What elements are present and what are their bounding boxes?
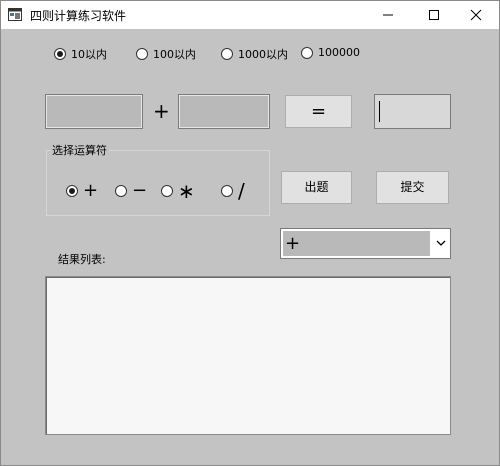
operator-option-minus[interactable]: − <box>115 182 147 200</box>
range-option-100000[interactable]: 100000 <box>301 46 360 59</box>
radio-icon <box>66 185 78 197</box>
close-button[interactable] <box>453 1 499 29</box>
operator-option-multiply[interactable]: ∗ <box>161 181 195 201</box>
operator-label: + <box>153 99 170 123</box>
app-icon <box>8 8 22 21</box>
maximize-icon <box>429 10 439 20</box>
operand2-textbox[interactable] <box>178 94 270 129</box>
answer-textbox[interactable] <box>374 94 451 129</box>
chevron-down-icon[interactable] <box>436 239 446 247</box>
text-cursor <box>379 101 380 122</box>
range-option-1000[interactable]: 1000以内 <box>221 46 288 62</box>
window-title: 四则计算练习软件 <box>30 9 127 23</box>
range-option-10[interactable]: 10以内 <box>54 46 107 62</box>
operator-option-divide[interactable]: / <box>221 181 245 201</box>
generate-button[interactable]: 出题 <box>281 171 352 204</box>
operator-option-plus[interactable]: + <box>66 182 98 200</box>
operator-combobox[interactable]: + <box>280 228 451 259</box>
minimize-icon <box>383 14 393 16</box>
range-option-100[interactable]: 100以内 <box>136 46 196 62</box>
radio-icon <box>221 48 233 60</box>
operator-group-title: 选择运算符 <box>50 142 109 158</box>
maximize-button[interactable] <box>411 1 457 29</box>
radio-icon <box>115 185 127 197</box>
equals-button[interactable]: = <box>285 95 352 128</box>
radio-icon <box>161 185 173 197</box>
submit-button[interactable]: 提交 <box>376 171 449 204</box>
combobox-value: + <box>283 231 430 256</box>
title-bar: 四则计算练习软件 <box>1 1 499 29</box>
results-label: 结果列表: <box>58 253 106 266</box>
radio-icon <box>136 48 148 60</box>
radio-icon <box>54 48 66 60</box>
close-icon <box>470 9 482 21</box>
radio-icon <box>221 185 233 197</box>
results-listbox[interactable] <box>45 276 451 435</box>
operand1-textbox[interactable] <box>45 94 143 129</box>
radio-icon <box>301 46 313 59</box>
minimize-button[interactable] <box>365 1 411 29</box>
main-window: 四则计算练习软件 10以内 100以内 1000以内 100000 + = 选择… <box>0 0 500 466</box>
